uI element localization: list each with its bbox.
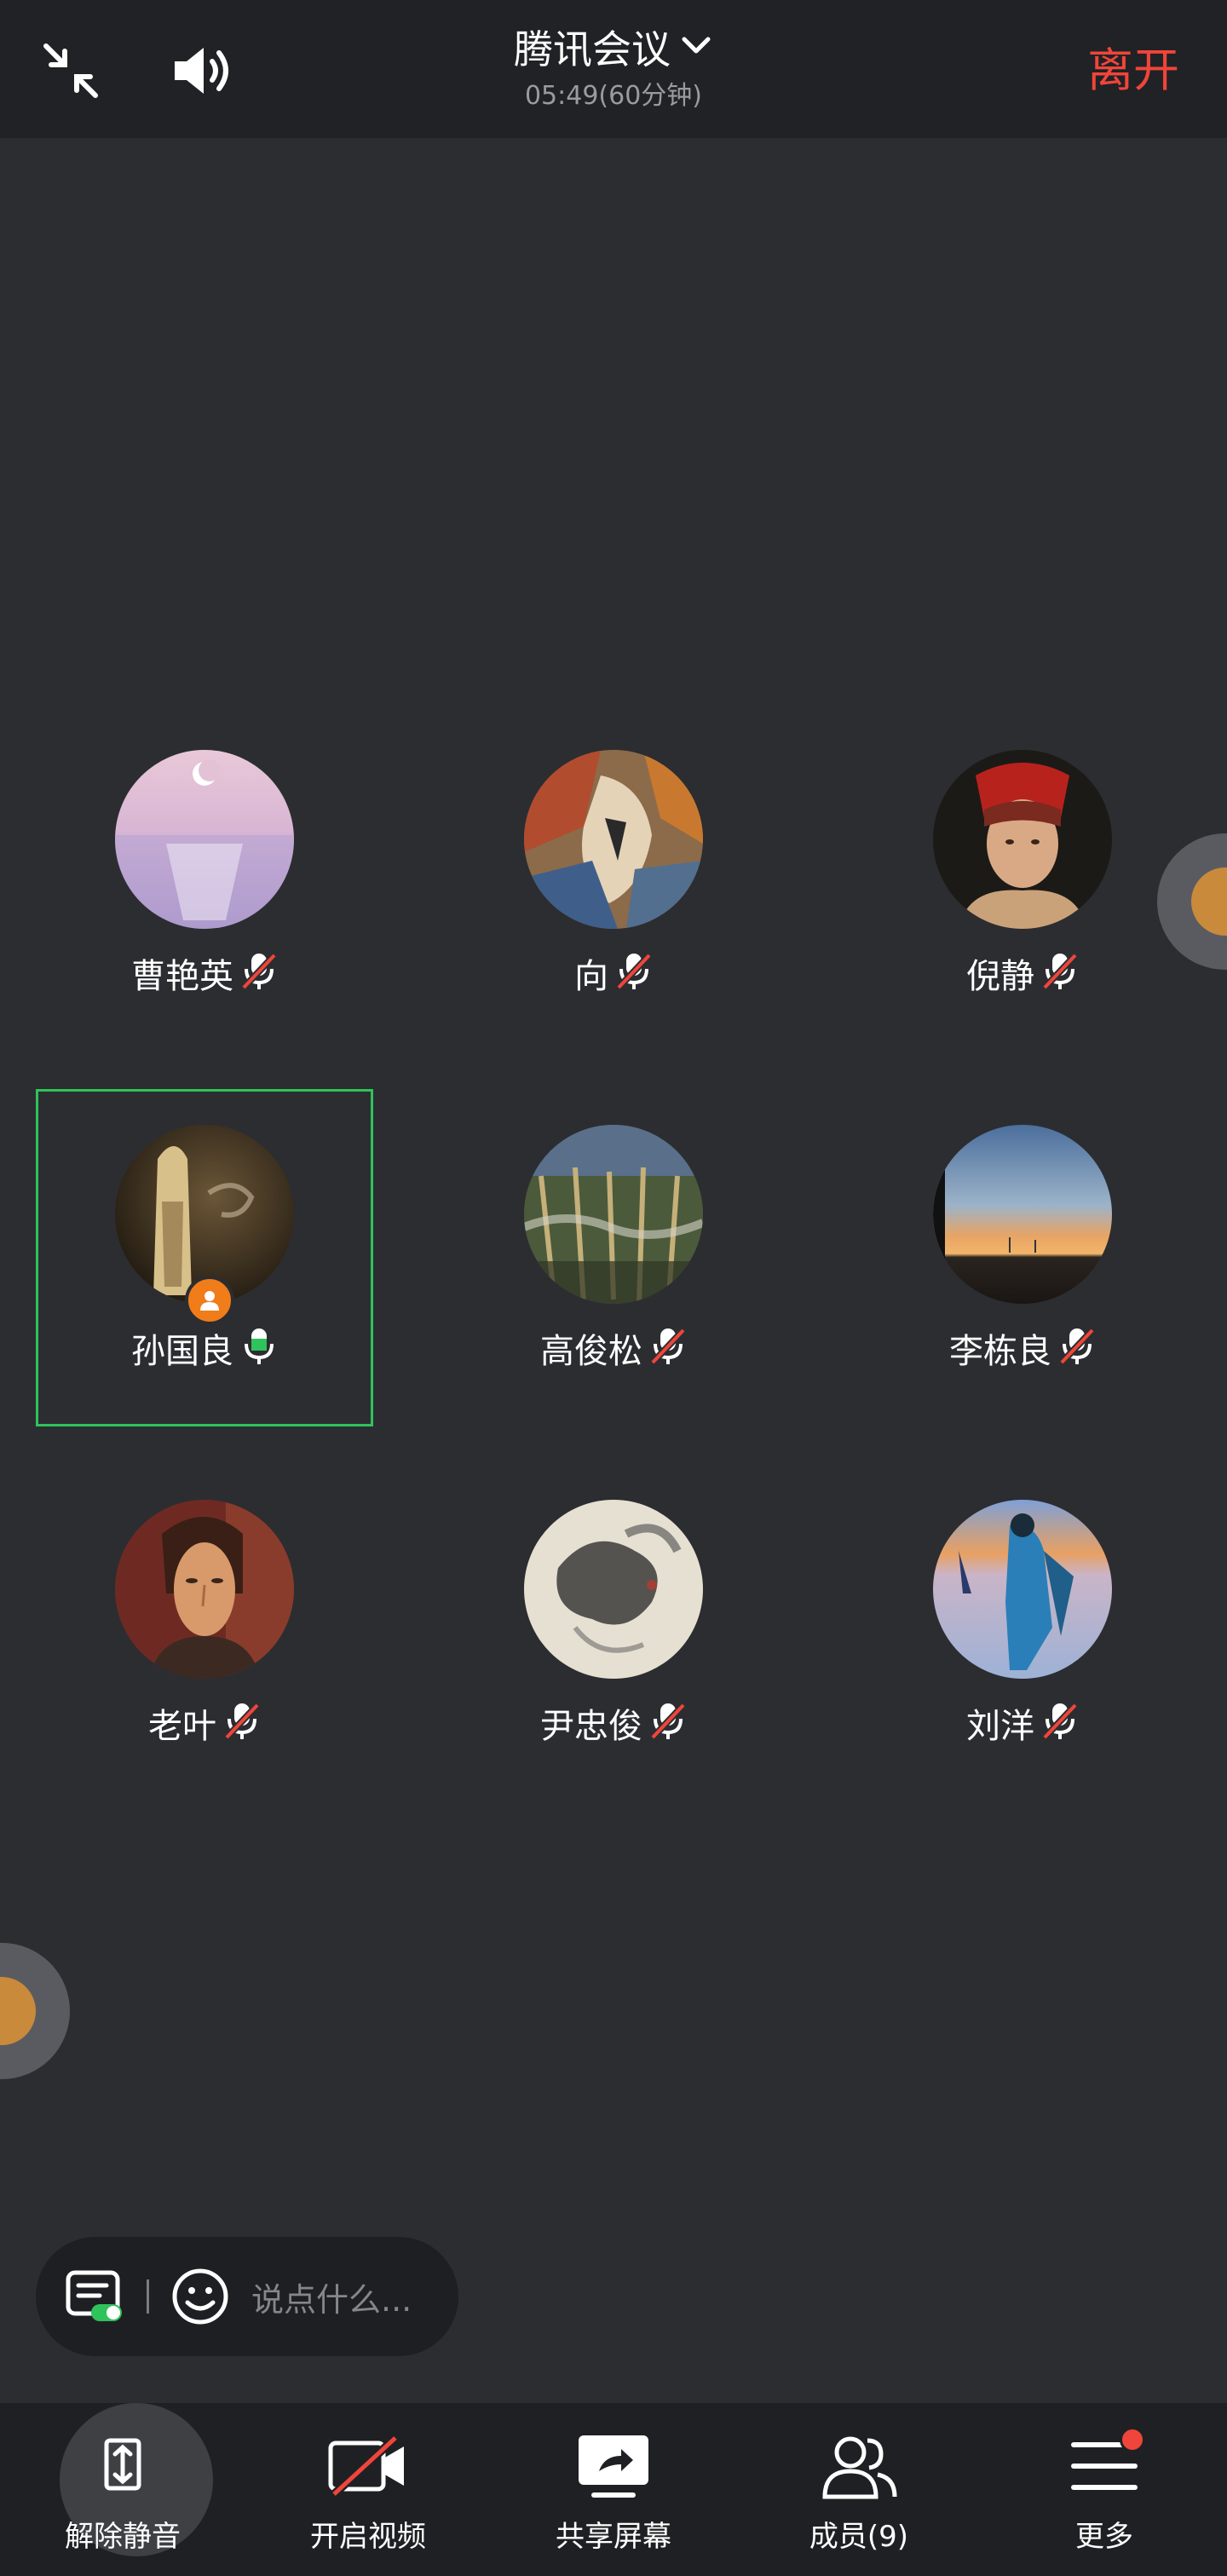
- assistant-icon: [1191, 867, 1227, 936]
- participant-tile[interactable]: 李栋良: [852, 1091, 1193, 1432]
- avatar: [933, 1500, 1112, 1679]
- mic-muted-icon: [1058, 1325, 1096, 1377]
- avatar: [524, 1500, 703, 1679]
- participant-name: 倪静: [966, 956, 1034, 996]
- mic-muted-icon: [615, 950, 653, 1002]
- participant-tile[interactable]: 老叶: [34, 1466, 375, 1807]
- meeting-duration: 05:49(60分钟): [524, 81, 703, 111]
- participant-tile[interactable]: 尹忠俊: [443, 1466, 784, 1807]
- avatar: [933, 750, 1112, 929]
- meeting-title-dropdown[interactable]: 腾讯会议: [514, 24, 713, 75]
- participant-name: 李栋良: [949, 1331, 1051, 1371]
- mic-muted-icon: [240, 950, 278, 1002]
- leave-button[interactable]: 离开: [1087, 41, 1179, 101]
- avatar: [524, 1125, 703, 1304]
- meeting-title: 腾讯会议: [514, 26, 671, 72]
- participant-name-row: 孙国良: [34, 1325, 375, 1377]
- participant-tile[interactable]: 刘洋: [852, 1466, 1193, 1807]
- collapse-arrows-icon[interactable]: [32, 32, 109, 109]
- avatar: [115, 750, 294, 929]
- participant-name: 老叶: [148, 1706, 216, 1746]
- mic-muted-icon: [1041, 950, 1079, 1002]
- participant-name: 孙国良: [131, 1331, 233, 1371]
- avatar: [933, 1125, 1112, 1304]
- participant-name-row: 老叶: [34, 1700, 375, 1752]
- chat-placeholder[interactable]: 说点什么...: [251, 2273, 412, 2320]
- participant-name: 刘洋: [966, 1706, 1034, 1746]
- participant-name-row: 倪静: [852, 950, 1193, 1002]
- avatar: [115, 1500, 294, 1679]
- notification-dot: [1120, 2427, 1145, 2452]
- participant-name-row: 尹忠俊: [443, 1700, 784, 1752]
- floating-assistant-bubble[interactable]: [0, 1943, 70, 2079]
- more-label: 更多: [1075, 2520, 1133, 2554]
- mic-active-icon: [240, 1325, 278, 1377]
- meeting-screen: 腾讯会议 05:49(60分钟) 离开 曹艳英 向 倪静 孙国良 高俊松 李栋良…: [0, 0, 1227, 2576]
- share-screen-label: 共享屏幕: [556, 2520, 671, 2554]
- meeting-title-block: 腾讯会议 05:49(60分钟): [358, 24, 869, 114]
- unmute-button[interactable]: 解除静音: [0, 2403, 245, 2576]
- emoji-icon[interactable]: [166, 2262, 234, 2331]
- chat-divider: [147, 2279, 149, 2314]
- start-video-label: 开启视频: [310, 2520, 426, 2554]
- avatar: [524, 750, 703, 929]
- members-label: 成员(9): [809, 2520, 909, 2554]
- assistant-icon: [0, 1977, 36, 2045]
- participant-tile[interactable]: 曹艳英: [34, 716, 375, 1057]
- start-video-button[interactable]: 开启视频: [245, 2403, 491, 2576]
- participant-name: 曹艳英: [131, 956, 233, 996]
- host-person-icon: [185, 1276, 234, 1325]
- speaker-icon[interactable]: [165, 32, 242, 109]
- participant-name-row: 刘洋: [852, 1700, 1193, 1752]
- mic-muted-icon: [649, 1325, 687, 1377]
- chevron-down-icon: [679, 24, 713, 75]
- more-button[interactable]: 更多: [982, 2403, 1227, 2576]
- mic-muted-icon: [1041, 1700, 1079, 1752]
- participant-name: 向: [574, 956, 608, 996]
- participant-name: 高俊松: [540, 1331, 642, 1371]
- participant-name-row: 向: [443, 950, 784, 1002]
- participant-name-row: 高俊松: [443, 1325, 784, 1377]
- participant-tile[interactable]: 倪静: [852, 716, 1193, 1057]
- participant-name-row: 曹艳英: [34, 950, 375, 1002]
- mic-unmute-icon: [80, 2423, 165, 2509]
- participant-tile-active[interactable]: 孙国良: [34, 1091, 375, 1432]
- participant-tile[interactable]: 向: [443, 716, 784, 1057]
- members-button[interactable]: 成员(9): [736, 2403, 982, 2576]
- chat-input-bar[interactable]: 说点什么...: [36, 2237, 458, 2356]
- top-bar: 腾讯会议 05:49(60分钟) 离开: [0, 0, 1227, 138]
- mic-muted-icon: [649, 1700, 687, 1752]
- mic-muted-icon: [223, 1700, 261, 1752]
- unmute-label: 解除静音: [65, 2520, 181, 2554]
- participant-tile[interactable]: 高俊松: [443, 1091, 784, 1432]
- participant-name: 尹忠俊: [540, 1706, 642, 1746]
- chat-list-icon[interactable]: [61, 2262, 130, 2331]
- participant-name-row: 李栋良: [852, 1325, 1193, 1377]
- video-off-icon: [325, 2423, 411, 2509]
- members-icon: [816, 2423, 902, 2509]
- share-screen-icon: [571, 2423, 656, 2509]
- share-screen-button[interactable]: 共享屏幕: [491, 2403, 736, 2576]
